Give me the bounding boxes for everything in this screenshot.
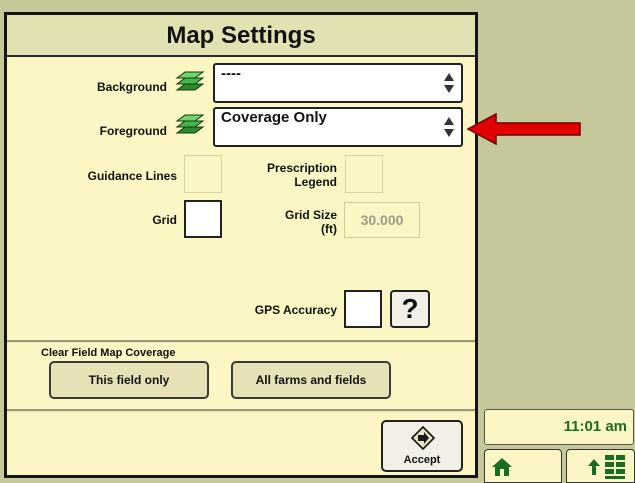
- guidance-lines-checkbox[interactable]: [184, 155, 222, 193]
- foreground-label: Foreground: [99, 124, 167, 138]
- home-icon: [492, 458, 512, 476]
- background-dropdown[interactable]: ----: [213, 63, 463, 103]
- accept-arrow-icon: [411, 426, 435, 451]
- guidance-lines-label: Guidance Lines: [87, 169, 177, 183]
- red-arrow-icon: [466, 112, 581, 146]
- up-arrow-icon: [588, 459, 600, 475]
- clock-display: 11:01 am: [484, 409, 634, 445]
- grid-size-field[interactable]: 30.000: [344, 202, 420, 238]
- prescription-label-line1: Prescription: [266, 161, 337, 175]
- foreground-dropdown[interactable]: Coverage Only: [213, 107, 463, 147]
- up-down-arrows-icon: [444, 117, 454, 137]
- grid-size-label-line2: (ft): [321, 222, 337, 236]
- background-label: Background: [96, 80, 167, 94]
- all-farms-fields-button[interactable]: All farms and fields: [231, 361, 391, 399]
- home-button[interactable]: [484, 449, 562, 483]
- layout-manager-button[interactable]: [566, 449, 635, 483]
- grid-checkbox[interactable]: [184, 200, 222, 238]
- prescription-legend-checkbox[interactable]: [345, 155, 383, 193]
- layers-icon: [175, 71, 205, 91]
- clear-coverage-title: Clear Field Map Coverage: [41, 347, 176, 359]
- grid-menu-icon: [605, 455, 625, 479]
- map-settings-dialog: Map Settings Background ---- Foreground …: [4, 12, 478, 478]
- grid-label: Grid: [152, 213, 177, 227]
- help-button[interactable]: ?: [390, 290, 430, 328]
- divider: [7, 411, 475, 412]
- grid-size-label-line1: Grid Size: [284, 208, 337, 222]
- prescription-label-line2: Legend: [294, 175, 337, 189]
- this-field-only-button[interactable]: This field only: [49, 361, 209, 399]
- background-value: ----: [221, 65, 241, 82]
- divider: [7, 342, 475, 343]
- gps-accuracy-checkbox[interactable]: [344, 290, 382, 328]
- accept-button[interactable]: Accept: [381, 420, 463, 472]
- gps-accuracy-label: GPS Accuracy: [254, 303, 337, 317]
- accept-label: Accept: [403, 454, 441, 466]
- layers-icon: [175, 114, 205, 134]
- foreground-value: Coverage Only: [221, 109, 327, 126]
- up-down-arrows-icon: [444, 73, 454, 93]
- dialog-title: Map Settings: [7, 15, 475, 57]
